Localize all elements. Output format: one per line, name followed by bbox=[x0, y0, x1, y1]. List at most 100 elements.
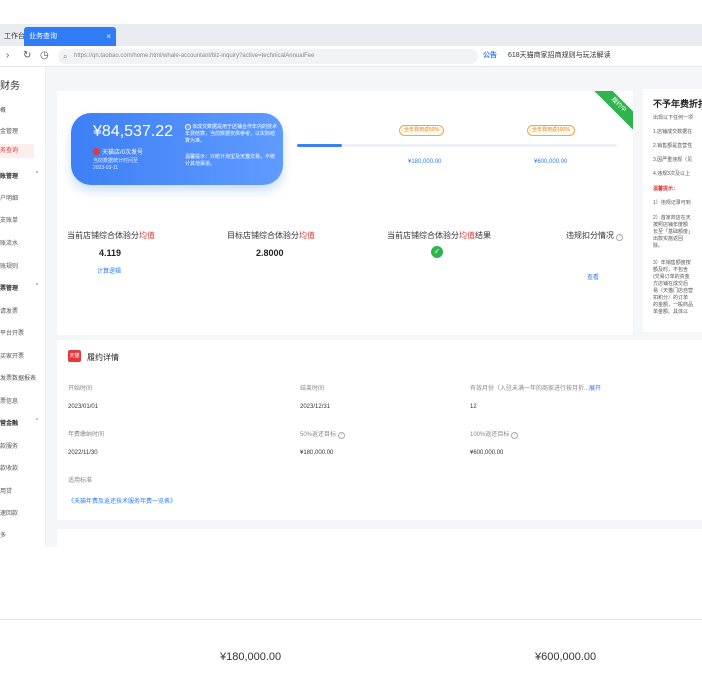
sidebar-group-finance[interactable]: 营金融 bbox=[0, 418, 18, 427]
panel-title: 不予年费折扣 bbox=[653, 99, 702, 109]
address-bar[interactable]: ⌕ https://qn.taobao.com/home.html/whale-… bbox=[58, 49, 478, 64]
target-50-label-text: 50%返还目标 bbox=[300, 432, 337, 438]
panel-line: 额及时，不包含 bbox=[653, 267, 689, 273]
metric-label-highlight: 均值 bbox=[459, 231, 475, 240]
question-icon[interactable]: ? bbox=[337, 432, 345, 439]
details-title: 履约详情 bbox=[87, 353, 119, 362]
question-icon[interactable]: ? bbox=[616, 234, 624, 241]
target-50-value: ¥180,000.00 bbox=[300, 450, 334, 456]
amount-value: ¥84,537.22 bbox=[93, 123, 174, 140]
end-time-label: 结束时间 bbox=[300, 386, 325, 392]
metric-label-violations: 违规扣分情况 ? bbox=[566, 230, 624, 241]
valid-months-label: 有效月份（入驻未满一年的商家进行按月折...展开 bbox=[470, 383, 601, 392]
target-100-label-text: 100%返还目标 bbox=[470, 432, 510, 438]
history-icon[interactable]: ◷ bbox=[40, 50, 49, 62]
sidebar-item-bills[interactable]: 支账单 bbox=[0, 215, 18, 224]
close-icon[interactable]: × bbox=[106, 27, 111, 46]
brand-label: 天猫店/0次发号 bbox=[102, 150, 144, 156]
stat-date: 当前数据统计时间至 2023-03-11 bbox=[93, 158, 153, 172]
url-text: https://qn.taobao.com/home.html/whale-ac… bbox=[74, 53, 315, 59]
sidebar-item-rules[interactable]: 账规则 bbox=[0, 261, 18, 270]
browser-tab-bar: 工作台 业务查询 × bbox=[0, 24, 702, 46]
sidebar-title: 财务 bbox=[0, 81, 20, 92]
brand-row: 天猫店/0次发号 bbox=[93, 147, 143, 156]
tmall-icon bbox=[93, 148, 100, 155]
amount-card: ¥84,537.22 天猫店/0次发号 当前数据统计时间至 2023-03-11… bbox=[71, 113, 283, 185]
sidebar-group-accounts[interactable]: 账管理 bbox=[0, 171, 18, 180]
tab-label: 业务查询 bbox=[29, 33, 57, 40]
sidebar-item-invoice-report[interactable]: 发票数据报表 bbox=[0, 373, 36, 382]
status-ribbon: 履约中 bbox=[591, 91, 633, 133]
sidebar-item-fast-payment[interactable]: 速回款 bbox=[0, 508, 18, 517]
panel-line: 2）首家商店在天 bbox=[653, 215, 691, 221]
reload-icon[interactable]: ↻ bbox=[23, 50, 31, 62]
fee-summary-card: 履约中 ¥84,537.22 天猫店/0次发号 当前数据统计时间至 2023-0… bbox=[57, 91, 633, 335]
sidebar-item-apply-invoice[interactable]: 请发票 bbox=[0, 306, 18, 315]
main-content: 履约中 ¥84,537.22 天猫店/0次发号 当前数据统计时间至 2023-0… bbox=[46, 67, 702, 547]
sidebar-item-platform-invoice[interactable]: 平台开票 bbox=[0, 328, 24, 337]
panel-line: 2.销售额是直营性 bbox=[653, 143, 693, 149]
fulfillment-details-card: 天猫 履约详情 开始时间 2023/01/01 结束时间 2023/12/31 … bbox=[57, 340, 702, 520]
milestone-tag-50: 全年费用返50% bbox=[399, 125, 445, 136]
search-icon: ⌕ bbox=[63, 52, 68, 61]
check-circle-icon: ✓ bbox=[431, 246, 443, 258]
sidebar-item-credit-loan[interactable]: 用贷 bbox=[0, 486, 12, 495]
sidebar-item-overview[interactable]: 概 bbox=[0, 105, 6, 114]
sidebar-item-buyer-invoice[interactable]: 买家开票 bbox=[0, 351, 24, 360]
tab-business-query[interactable]: 业务查询 × bbox=[24, 27, 116, 46]
chevron-up-icon[interactable]: ^ bbox=[36, 283, 38, 289]
notice-text[interactable]: 618天猫商家招商规则与玩法解读 bbox=[508, 50, 611, 62]
panel-line: 3.因严重违规（见 bbox=[653, 157, 693, 163]
panel-line: 的金额，一般商品 bbox=[653, 302, 694, 308]
start-time-label: 开始时间 bbox=[68, 386, 93, 392]
sidebar-item-invoice-info[interactable]: 票信息 bbox=[0, 396, 18, 405]
sidebar-item-fund-management[interactable]: 金管理 bbox=[0, 126, 18, 135]
question-icon[interactable]: ? bbox=[511, 432, 519, 439]
amount-description: i 该成交数据是用于店铺合作年内的技术年费结算，当前数据仅供参考，以实际结算为准。 bbox=[185, 124, 277, 145]
sidebar-item-account-details[interactable]: 户明细 bbox=[0, 193, 18, 202]
zoomed-value-100: ¥600,000.00 bbox=[535, 651, 597, 663]
panel-line: 1）违规记录可到 bbox=[653, 200, 691, 206]
chevron-up-icon[interactable]: ^ bbox=[36, 418, 38, 424]
expand-link[interactable]: 展开 bbox=[589, 386, 601, 392]
zoomed-value-50: ¥180,000.00 bbox=[220, 651, 282, 663]
progress-track bbox=[297, 144, 617, 147]
sidebar-item-business-query[interactable]: 务查询 bbox=[0, 144, 34, 158]
chevron-up-icon[interactable]: ^ bbox=[36, 171, 38, 177]
start-time-value: 2023/01/01 bbox=[68, 404, 99, 410]
progress-fill bbox=[297, 144, 342, 147]
notice-label[interactable]: 公告 bbox=[483, 50, 497, 62]
sidebar-item-transactions[interactable]: 账流水 bbox=[0, 238, 18, 247]
calc-logic-link[interactable]: 计算逻辑 bbox=[97, 266, 121, 275]
sidebar-item-more[interactable]: 多 bbox=[0, 530, 6, 539]
amount-tip: 温馨提示：只统计淘宝及天猫交易，不统计其他渠道。 bbox=[185, 154, 276, 167]
standard-label: 适用标准 bbox=[68, 478, 93, 484]
metric-label-score-result: 当前店铺综合体验分均值结果 bbox=[387, 230, 491, 241]
panel-line: 除。 bbox=[653, 243, 664, 249]
panel-line: 3）年销售额度按 bbox=[653, 260, 691, 266]
milestone-tag-100: 全年费用返100% bbox=[527, 125, 575, 136]
forward-icon[interactable]: › bbox=[6, 50, 9, 62]
panel-line: (交易订单的资金 bbox=[653, 274, 690, 280]
milestone-value-50: ¥180,000.00 bbox=[408, 159, 442, 165]
fee-paid-time-value: 2022/11/30 bbox=[68, 450, 98, 456]
view-violations-link[interactable]: 查看 bbox=[587, 272, 599, 281]
end-time-value: 2023/12/31 bbox=[300, 404, 331, 410]
panel-line: 按照店铺年度额 bbox=[653, 222, 689, 228]
panel-line: 扣积分）的订单 bbox=[653, 295, 689, 301]
top-strip bbox=[57, 67, 637, 75]
sidebar-item-collection[interactable]: 款收款 bbox=[0, 463, 18, 472]
sidebar-group-invoices[interactable]: 票管理 bbox=[0, 283, 18, 292]
browser-toolbar: › ↻ ◷ ⌕ https://qn.taobao.com/home.html/… bbox=[0, 46, 702, 67]
stat-date-value: 2023-03-11 bbox=[93, 165, 119, 171]
metric-label-highlight: 均值 bbox=[139, 231, 155, 240]
right-info-panel: 不予年费折扣 出现以下任何一项 1.店铺成交数据在 2.销售额是直营性 3.因严… bbox=[643, 89, 702, 332]
panel-line: 4.违规3次及以上 bbox=[653, 171, 690, 177]
panel-line: 出款实施返回 bbox=[653, 236, 684, 242]
standard-link[interactable]: 《天猫年费及返还技术服务年费一览表》 bbox=[68, 496, 176, 505]
metric-label-suffix: 结果 bbox=[475, 231, 491, 240]
metric-label-target-score: 目标店铺综合体验分均值 bbox=[227, 230, 315, 241]
panel-line: 长至「基础额度」 bbox=[653, 229, 694, 235]
metric-label-text: 当前店铺综合体验分 bbox=[387, 231, 459, 240]
sidebar-item-loan-service[interactable]: 款服务 bbox=[0, 441, 18, 450]
